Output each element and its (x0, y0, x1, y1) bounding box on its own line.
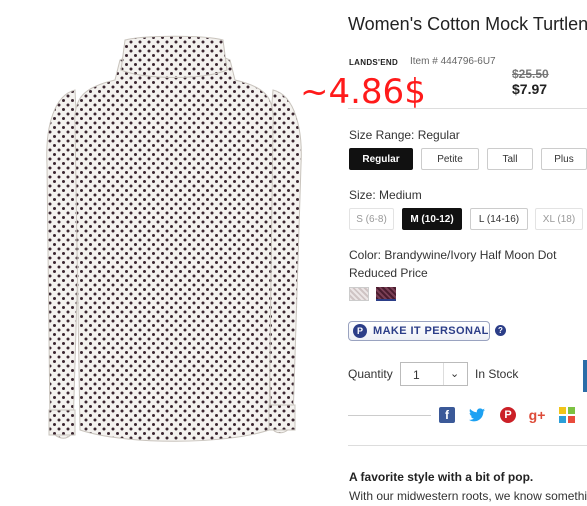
personalize-icon: P (353, 324, 367, 338)
size-range-tall-button[interactable]: Tall (487, 148, 533, 170)
size-l-button[interactable]: L (14-16) (470, 208, 528, 230)
size-label: Size: Medium (349, 188, 422, 202)
facebook-icon[interactable]: f (439, 407, 455, 423)
pinterest-icon[interactable]: P (500, 407, 516, 423)
product-image (46, 35, 302, 442)
size-range-plus-button[interactable]: Plus (541, 148, 587, 170)
make-it-personal-label: MAKE IT PERSONAL (373, 325, 489, 337)
share-divider (348, 415, 431, 416)
sale-price: $7.97 (512, 81, 548, 97)
size-xl-button[interactable]: XL (18) (535, 208, 583, 230)
quantity-select[interactable]: 1 ⌄ (400, 362, 468, 386)
make-it-personal-button[interactable]: P MAKE IT PERSONAL (348, 321, 490, 341)
more-share-icon[interactable] (559, 407, 575, 423)
size-range-regular-button[interactable]: Regular (349, 148, 413, 170)
color-swatch-ivory[interactable] (349, 287, 369, 301)
description-title: A favorite style with a bit of pop. (349, 470, 534, 484)
reduced-price-label: Reduced Price (349, 266, 428, 280)
color-swatch-brandywine[interactable] (376, 287, 396, 301)
product-title: Women's Cotton Mock Turtleneck (348, 14, 587, 34)
divider (348, 108, 587, 109)
color-label: Color: Brandywine/Ivory Half Moon Dot (349, 248, 557, 262)
quantity-value: 1 (413, 368, 420, 382)
description-text: With our midwestern roots, we know somet… (349, 489, 587, 503)
size-range-petite-button[interactable]: Petite (421, 148, 479, 170)
stock-status: In Stock (475, 367, 519, 381)
twitter-icon[interactable] (469, 407, 485, 423)
size-s-button[interactable]: S (6-8) (349, 208, 394, 230)
quantity-label: Quantity (348, 367, 393, 381)
item-number: Item # 444796-6U7 (410, 56, 496, 67)
add-to-bag-button-edge[interactable] (583, 360, 587, 392)
chevron-down-icon: ⌄ (450, 368, 460, 380)
quantity-separator (443, 363, 444, 385)
size-m-button[interactable]: M (10-12) (402, 208, 462, 230)
help-icon[interactable]: ? (495, 325, 506, 336)
brand-logo: LANDS'END (349, 58, 399, 67)
divider (348, 445, 587, 446)
original-price: $25.50 (512, 67, 549, 81)
price-annotation: ~4.86$ (300, 72, 426, 112)
size-range-label: Size Range: Regular (349, 128, 460, 142)
google-plus-icon[interactable]: g+ (529, 407, 546, 423)
